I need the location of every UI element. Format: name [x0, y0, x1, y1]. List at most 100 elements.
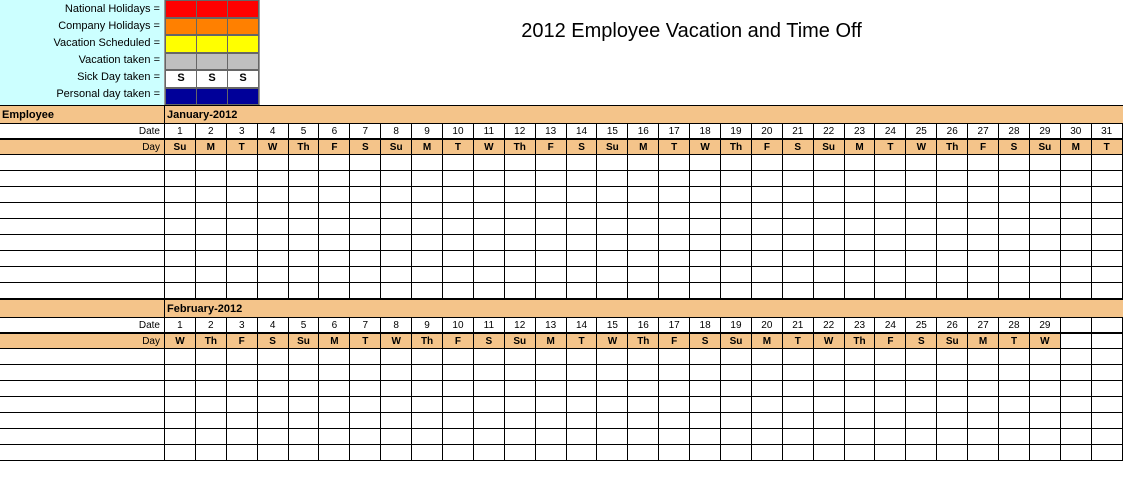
day-cell[interactable] [659, 445, 690, 461]
day-cell[interactable] [628, 267, 659, 283]
day-cell[interactable] [999, 155, 1030, 171]
day-cell[interactable] [319, 349, 350, 365]
day-cell[interactable] [999, 203, 1030, 219]
day-cell[interactable] [999, 445, 1030, 461]
day-cell[interactable] [319, 365, 350, 381]
employee-name-cell[interactable] [0, 445, 165, 461]
day-cell[interactable] [906, 429, 937, 445]
day-cell[interactable] [1030, 203, 1061, 219]
day-cell[interactable] [412, 365, 443, 381]
day-cell[interactable] [845, 203, 876, 219]
day-cell[interactable] [196, 349, 227, 365]
day-cell[interactable] [1030, 267, 1061, 283]
day-cell[interactable] [628, 235, 659, 251]
day-cell[interactable] [227, 349, 258, 365]
day-cell[interactable] [659, 397, 690, 413]
day-cell[interactable] [381, 413, 412, 429]
day-cell[interactable] [783, 349, 814, 365]
day-cell[interactable] [1061, 413, 1092, 429]
day-cell[interactable] [227, 413, 258, 429]
day-cell[interactable] [1092, 283, 1123, 299]
day-cell[interactable] [381, 251, 412, 267]
day-cell[interactable] [258, 171, 289, 187]
day-cell[interactable] [350, 349, 381, 365]
day-cell[interactable] [875, 397, 906, 413]
day-cell[interactable] [505, 413, 536, 429]
day-cell[interactable] [381, 267, 412, 283]
day-cell[interactable] [721, 283, 752, 299]
day-cell[interactable] [628, 445, 659, 461]
day-cell[interactable] [752, 365, 783, 381]
day-cell[interactable] [628, 155, 659, 171]
day-cell[interactable] [968, 445, 999, 461]
day-cell[interactable] [814, 349, 845, 365]
day-cell[interactable] [536, 445, 567, 461]
day-cell[interactable] [505, 445, 536, 461]
day-cell[interactable] [381, 187, 412, 203]
day-cell[interactable] [567, 381, 598, 397]
day-cell[interactable] [783, 235, 814, 251]
day-cell[interactable] [659, 381, 690, 397]
day-cell[interactable] [196, 413, 227, 429]
day-cell[interactable] [845, 283, 876, 299]
employee-name-cell[interactable] [0, 365, 165, 381]
day-cell[interactable] [443, 397, 474, 413]
day-cell[interactable] [875, 267, 906, 283]
day-cell[interactable] [937, 219, 968, 235]
day-cell[interactable] [412, 267, 443, 283]
day-cell[interactable] [258, 283, 289, 299]
day-cell[interactable] [165, 413, 196, 429]
day-cell[interactable] [381, 155, 412, 171]
employee-name-cell[interactable] [0, 397, 165, 413]
day-cell[interactable] [443, 267, 474, 283]
day-cell[interactable] [814, 203, 845, 219]
day-cell[interactable] [165, 349, 196, 365]
day-cell[interactable] [999, 397, 1030, 413]
day-cell[interactable] [227, 445, 258, 461]
day-cell[interactable] [258, 397, 289, 413]
day-cell[interactable] [659, 171, 690, 187]
day-cell[interactable] [443, 171, 474, 187]
day-cell[interactable] [319, 413, 350, 429]
day-cell[interactable] [381, 219, 412, 235]
day-cell[interactable] [597, 171, 628, 187]
day-cell[interactable] [567, 283, 598, 299]
day-cell[interactable] [319, 429, 350, 445]
day-cell[interactable] [289, 219, 320, 235]
day-cell[interactable] [289, 365, 320, 381]
day-cell[interactable] [567, 397, 598, 413]
day-cell[interactable] [690, 413, 721, 429]
day-cell[interactable] [814, 381, 845, 397]
day-cell[interactable] [1092, 413, 1123, 429]
day-cell[interactable] [381, 349, 412, 365]
day-cell[interactable] [937, 171, 968, 187]
employee-row[interactable] [0, 413, 1123, 429]
day-cell[interactable] [567, 349, 598, 365]
day-cell[interactable] [659, 365, 690, 381]
day-cell[interactable] [875, 365, 906, 381]
day-cell[interactable] [597, 235, 628, 251]
day-cell[interactable] [443, 381, 474, 397]
day-cell[interactable] [845, 397, 876, 413]
day-cell[interactable] [1061, 171, 1092, 187]
day-cell[interactable] [196, 365, 227, 381]
day-cell[interactable] [227, 283, 258, 299]
day-cell[interactable] [783, 445, 814, 461]
day-cell[interactable] [783, 171, 814, 187]
day-cell[interactable] [906, 283, 937, 299]
day-cell[interactable] [968, 219, 999, 235]
day-cell[interactable] [1030, 349, 1061, 365]
day-cell[interactable] [412, 349, 443, 365]
day-cell[interactable] [567, 235, 598, 251]
day-cell[interactable] [597, 381, 628, 397]
day-cell[interactable] [814, 445, 845, 461]
day-cell[interactable] [659, 203, 690, 219]
day-cell[interactable] [690, 445, 721, 461]
day-cell[interactable] [968, 381, 999, 397]
day-cell[interactable] [258, 155, 289, 171]
day-cell[interactable] [1061, 203, 1092, 219]
day-cell[interactable] [875, 219, 906, 235]
day-cell[interactable] [875, 349, 906, 365]
day-cell[interactable] [381, 381, 412, 397]
day-cell[interactable] [350, 251, 381, 267]
